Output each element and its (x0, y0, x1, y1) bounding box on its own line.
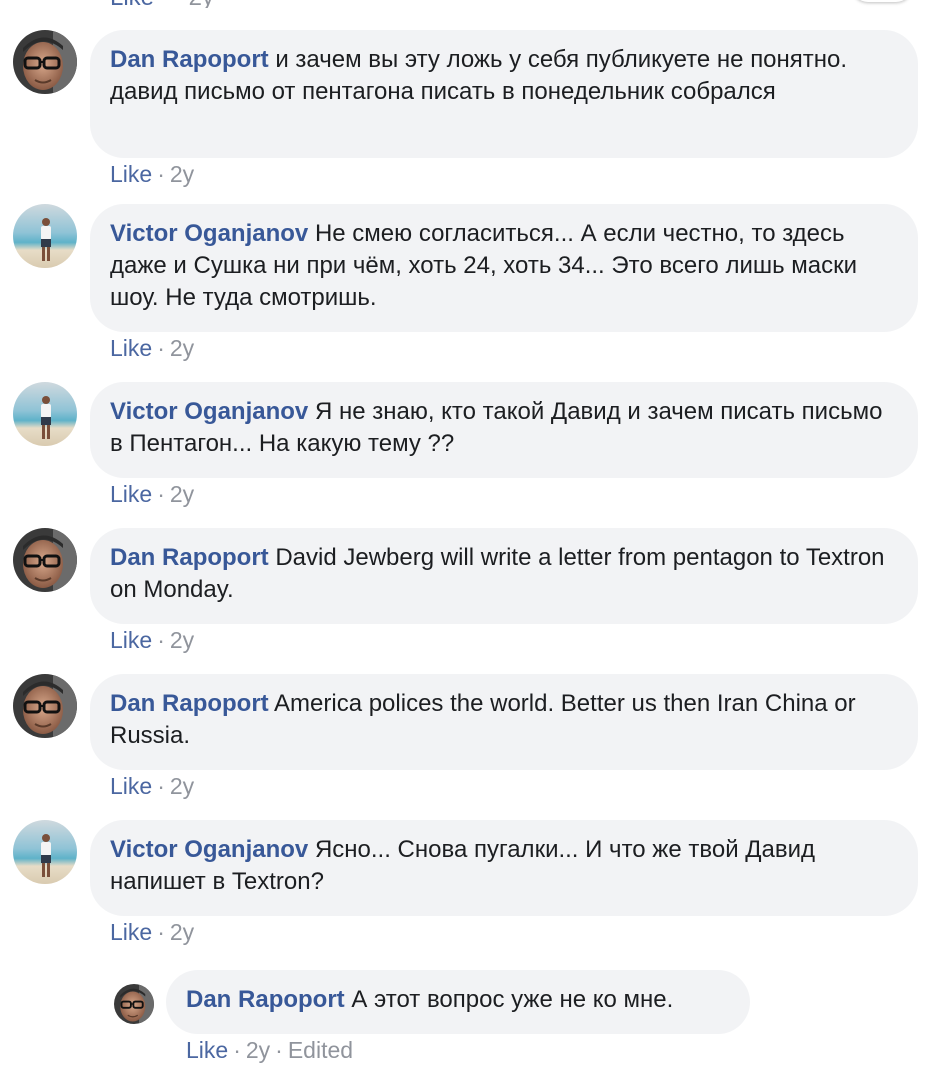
man-with-glasses-avatar[interactable] (13, 30, 77, 94)
previous-reaction-bubble (852, 0, 912, 2)
previous-comment-fragment: Like · 2y (0, 0, 934, 8)
man-on-beach-avatar[interactable] (13, 382, 77, 446)
like-link[interactable]: Like (110, 161, 152, 187)
like-link[interactable]: Like (110, 481, 152, 507)
comment-author[interactable]: Dan Rapoport (110, 544, 269, 571)
comment-author[interactable]: Dan Rapoport (110, 46, 269, 73)
comment-author[interactable]: Victor Oganjanov (110, 836, 308, 863)
comment-bubble: Dan Rapoport и зачем вы эту ложь у себя … (90, 30, 918, 158)
edited-label[interactable]: Edited (288, 1037, 353, 1063)
man-on-beach-avatar[interactable] (13, 204, 77, 268)
reply-author[interactable]: Dan Rapoport (186, 986, 345, 1013)
separator-dot: · (275, 1037, 283, 1063)
like-link[interactable]: Like (110, 919, 152, 945)
separator-dot: · (157, 335, 165, 361)
man-with-glasses-avatar[interactable] (114, 984, 154, 1024)
comment-author[interactable]: Victor Oganjanov (110, 220, 308, 247)
comment-bubble: Victor Oganjanov Ясно... Снова пугалки..… (90, 820, 918, 916)
comment-bubble: Dan Rapoport America polices the world. … (90, 674, 918, 770)
reply-actions: Like · 2y · Edited (186, 1036, 353, 1064)
comment-author[interactable]: Victor Oganjanov (110, 398, 308, 425)
comment-timestamp[interactable]: 2y (170, 919, 194, 945)
comment-actions: Like · 2y (110, 160, 194, 188)
like-link[interactable]: Like (110, 773, 152, 799)
separator-dot: · (157, 773, 165, 799)
comment-timestamp[interactable]: 2y (170, 481, 194, 507)
comment-actions: Like · 2y (110, 480, 194, 508)
man-on-beach-avatar[interactable] (13, 820, 77, 884)
separator-dot: · (157, 919, 165, 945)
like-link[interactable]: Like (110, 335, 152, 361)
separator-dot: · (157, 627, 165, 653)
comment-timestamp[interactable]: 2y (170, 335, 194, 361)
comment-actions: Like · 2y (110, 772, 194, 800)
comment-actions: Like · 2y (110, 918, 194, 946)
separator-dot: · (157, 481, 165, 507)
comment-bubble: Dan Rapoport David Jewberg will write a … (90, 528, 918, 624)
reply-timestamp[interactable]: 2y (246, 1037, 270, 1063)
like-link[interactable]: Like (110, 627, 152, 653)
comment-timestamp[interactable]: 2y (170, 161, 194, 187)
separator-dot: · (233, 1037, 241, 1063)
comment-actions: Like · 2y (110, 626, 194, 654)
comment-author[interactable]: Dan Rapoport (110, 690, 269, 717)
comment-bubble: Victor Oganjanov Не смею согласиться... … (90, 204, 918, 332)
reply-text: А этот вопрос уже не ко мне. (351, 986, 674, 1013)
previous-like-link[interactable]: Like (110, 0, 154, 8)
comment-actions: Like · 2y (110, 334, 194, 362)
previous-timestamp: · 2y (174, 0, 214, 8)
comment-timestamp[interactable]: 2y (170, 773, 194, 799)
separator-dot: · (157, 161, 165, 187)
like-link[interactable]: Like (186, 1037, 228, 1063)
comment-timestamp[interactable]: 2y (170, 627, 194, 653)
comment-bubble: Victor Oganjanov Я не знаю, кто такой Да… (90, 382, 918, 478)
man-with-glasses-avatar[interactable] (13, 528, 77, 592)
man-with-glasses-avatar[interactable] (13, 674, 77, 738)
reply-bubble: Dan Rapoport А этот вопрос уже не ко мне… (166, 970, 750, 1034)
